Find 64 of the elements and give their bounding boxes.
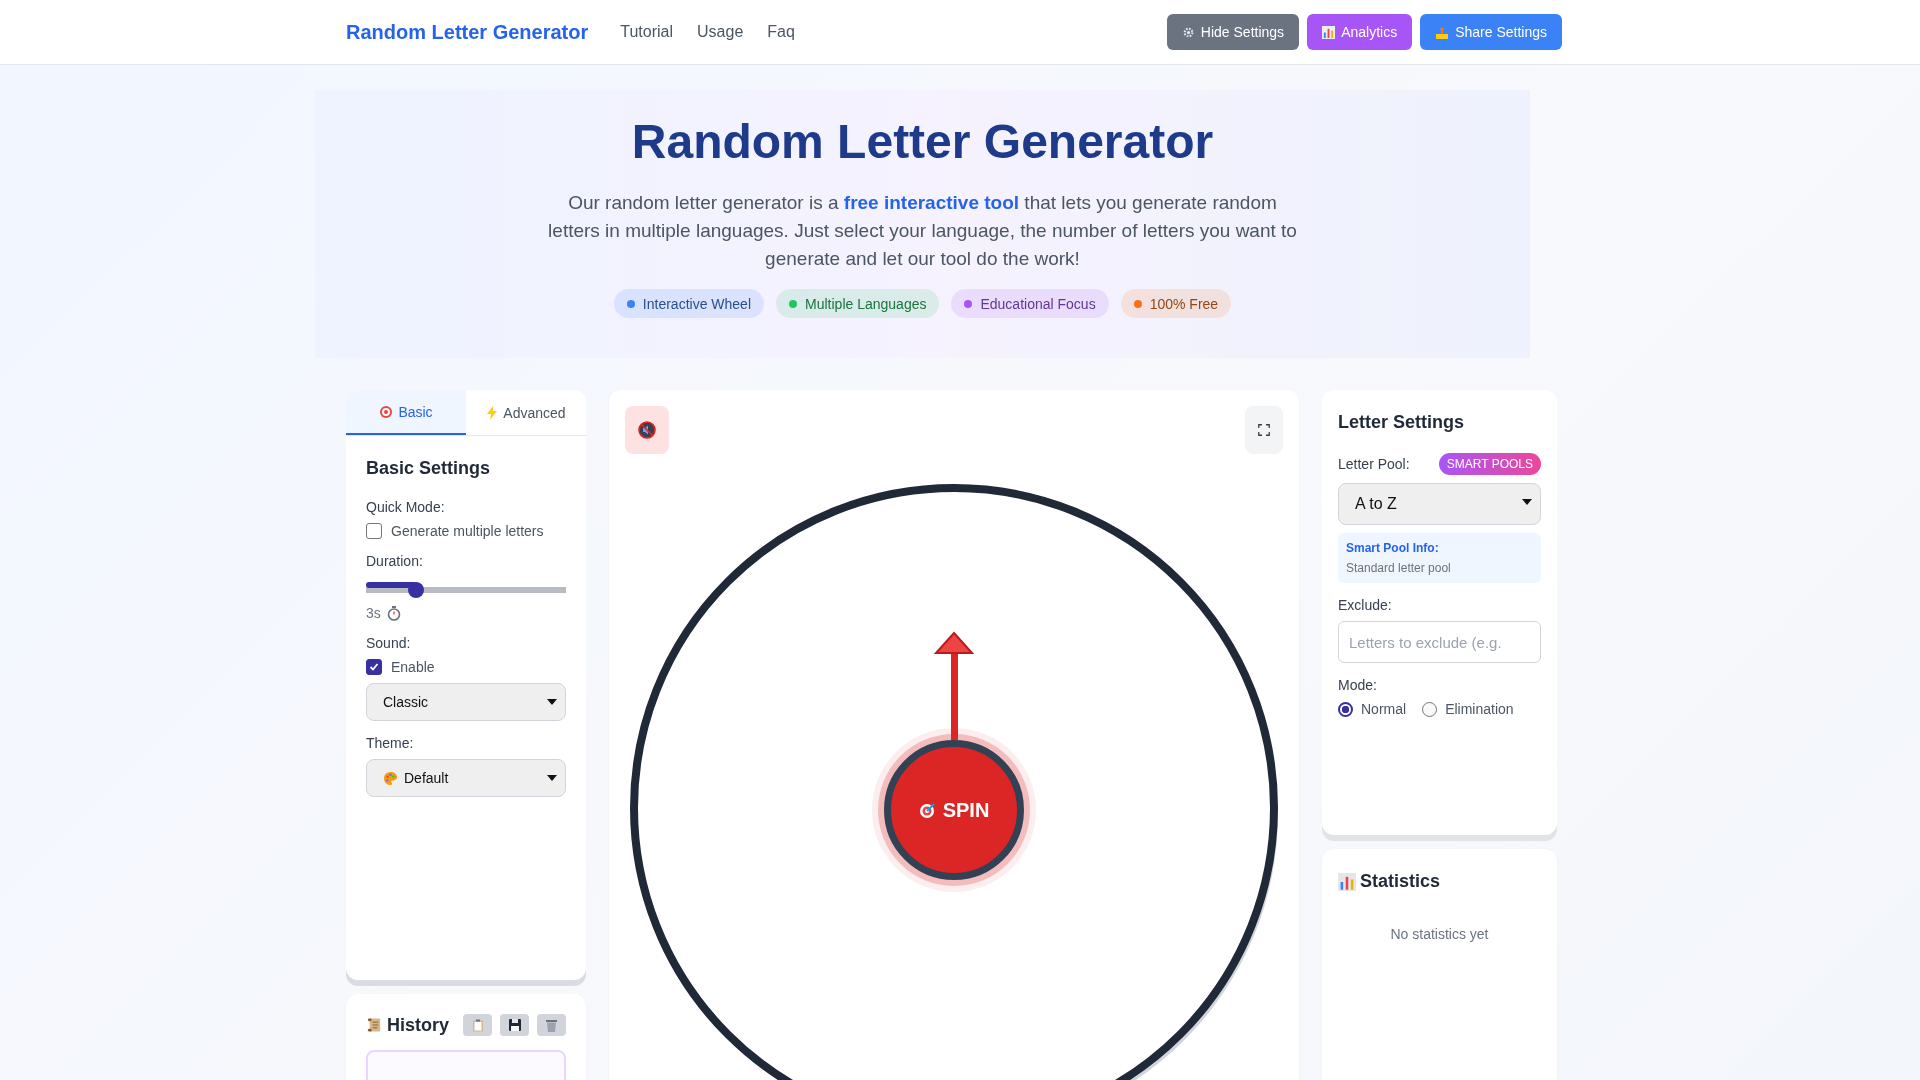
- tab[interactable]: Basic: [346, 390, 466, 435]
- statistics-title: Statistics: [1360, 871, 1441, 892]
- field-label: Quick Mode:: [366, 499, 446, 515]
- header-button[interactable]: Hide Settings: [1166, 14, 1300, 50]
- panel-heading: Basic Settings: [366, 458, 492, 479]
- radio-button[interactable]: [1338, 701, 1353, 717]
- nav-link[interactable]: Usage: [697, 23, 744, 41]
- dart-target-icon: [918, 801, 937, 819]
- radio-label: Normal: [1361, 701, 1407, 717]
- caret-icon: [1522, 499, 1532, 505]
- checkbox[interactable]: [366, 523, 382, 539]
- slider-thumb[interactable]: [408, 582, 424, 598]
- smart-pools-badge: SMART POOLS: [1438, 453, 1541, 475]
- theme-select[interactable]: Default: [366, 759, 566, 797]
- sound-select[interactable]: Classic: [366, 683, 566, 721]
- brand-link[interactable]: Random Letter Generator: [346, 20, 589, 44]
- scroll-icon: [366, 1016, 383, 1034]
- gear-icon: [1181, 25, 1195, 39]
- header-button[interactable]: Share Settings: [1420, 14, 1562, 50]
- feature-badge: 100% Free: [1120, 289, 1232, 318]
- checkbox-label: Generate multiple letters: [391, 523, 544, 539]
- exclude-input[interactable]: Letters to exclude (e.g.: [1338, 621, 1541, 663]
- feature-badge: Educational Focus: [951, 289, 1109, 318]
- palette-icon: [383, 770, 398, 786]
- header-button[interactable]: Analytics: [1307, 14, 1413, 50]
- outbox-tray-icon: [1435, 25, 1450, 39]
- expand-icon: [1258, 424, 1270, 436]
- duration-reading: 3s: [366, 605, 381, 621]
- panel-heading: Letter Settings: [1338, 412, 1466, 433]
- stopwatch-icon: [386, 605, 401, 621]
- radio-button[interactable]: [1422, 701, 1438, 717]
- field-label: Letter Pool:: [1338, 456, 1410, 472]
- delete-button[interactable]: [537, 1014, 566, 1036]
- info-title: Smart Pool Info:: [1346, 541, 1440, 555]
- field-label: Sound:: [366, 635, 412, 651]
- feature-badge: Multiple Languages: [776, 289, 940, 318]
- checkbox-label: Enable: [391, 659, 435, 675]
- nav-link[interactable]: Faq: [767, 23, 795, 41]
- field-label: Exclude:: [1338, 597, 1393, 613]
- fullscreen-button[interactable]: [1245, 406, 1283, 454]
- bar-chart-icon: [1322, 25, 1336, 39]
- radio-label: Elimination: [1445, 701, 1514, 717]
- checkbox[interactable]: [366, 659, 382, 675]
- bar-chart-icon: [1338, 872, 1356, 891]
- save-button[interactable]: [500, 1014, 529, 1036]
- target-icon: [379, 404, 394, 419]
- checkmark-icon: [369, 662, 379, 672]
- caret-icon: [547, 699, 557, 705]
- hero-title: Random Letter Generator: [630, 114, 1215, 169]
- letter-pool-select[interactable]: A to Z: [1338, 483, 1541, 525]
- nav-link[interactable]: Tutorial: [620, 23, 674, 41]
- lightning-icon: [486, 405, 499, 420]
- feature-badge: Interactive Wheel: [613, 289, 765, 318]
- field-label: Theme:: [366, 735, 415, 751]
- caret-icon: [547, 775, 557, 781]
- sound-toggle-button[interactable]: [625, 406, 669, 454]
- hero-description: Our random letter generator is a free interactive tool that lets you generate random letters in multiple languages. Just select your language, the number of letters you want to generate and let our tool do the work!: [547, 191, 1298, 271]
- field-label: Mode:: [1338, 677, 1378, 693]
- clipboard-icon: [471, 1018, 484, 1032]
- history-title: History: [387, 1014, 449, 1036]
- field-label: Duration:: [366, 553, 424, 569]
- info-text: Standard letter pool: [1346, 561, 1452, 575]
- empty-message: No statistics yet: [1389, 926, 1490, 942]
- trash-icon: [546, 1018, 557, 1032]
